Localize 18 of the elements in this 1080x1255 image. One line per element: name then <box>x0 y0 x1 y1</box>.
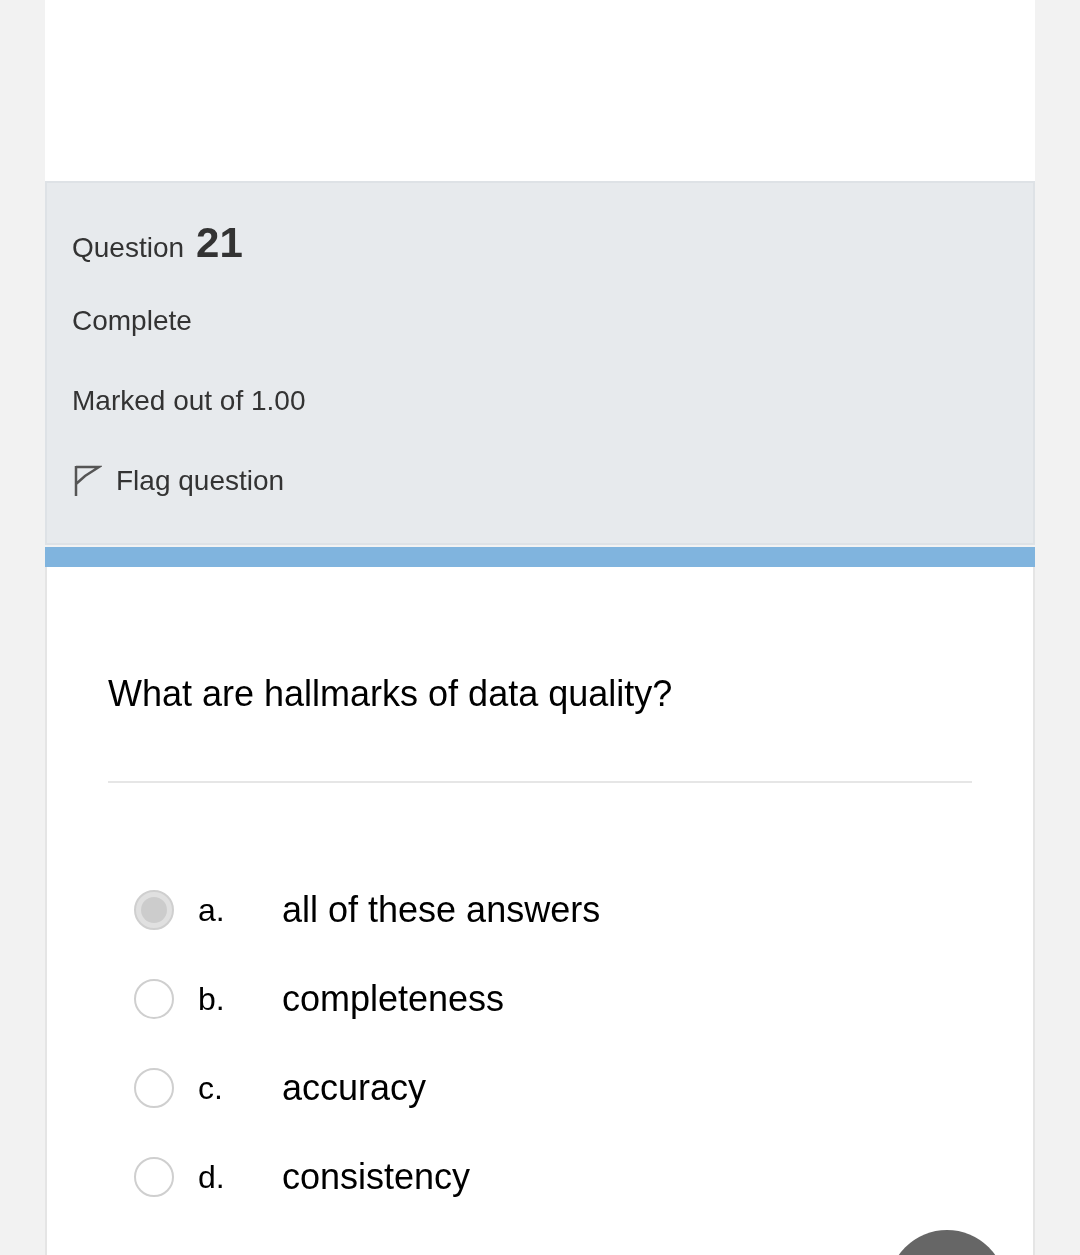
option-letter: c. <box>198 1068 224 1108</box>
radio-button[interactable] <box>134 1156 174 1197</box>
radio-button[interactable] <box>134 889 174 930</box>
question-state: Complete <box>72 304 192 338</box>
radio-button[interactable] <box>134 1067 174 1108</box>
question-label: Question <box>72 231 185 265</box>
option-letter: d. <box>198 1157 226 1197</box>
question-number: 21 <box>196 218 243 268</box>
option-letter: a. <box>198 890 226 930</box>
option-letter: b. <box>198 979 226 1019</box>
option-text[interactable]: completeness <box>282 971 505 1026</box>
option-text[interactable]: consistency <box>282 1149 471 1204</box>
option-text[interactable]: accuracy <box>282 1060 427 1115</box>
question-text: What are hallmarks of data quality? <box>108 672 674 716</box>
flag-question-link[interactable]: Flag question <box>72 460 285 502</box>
option-text[interactable]: all of these answers <box>282 882 601 937</box>
marks-text: Marked out of 1.00 <box>72 384 306 418</box>
radio-button[interactable] <box>134 978 174 1019</box>
